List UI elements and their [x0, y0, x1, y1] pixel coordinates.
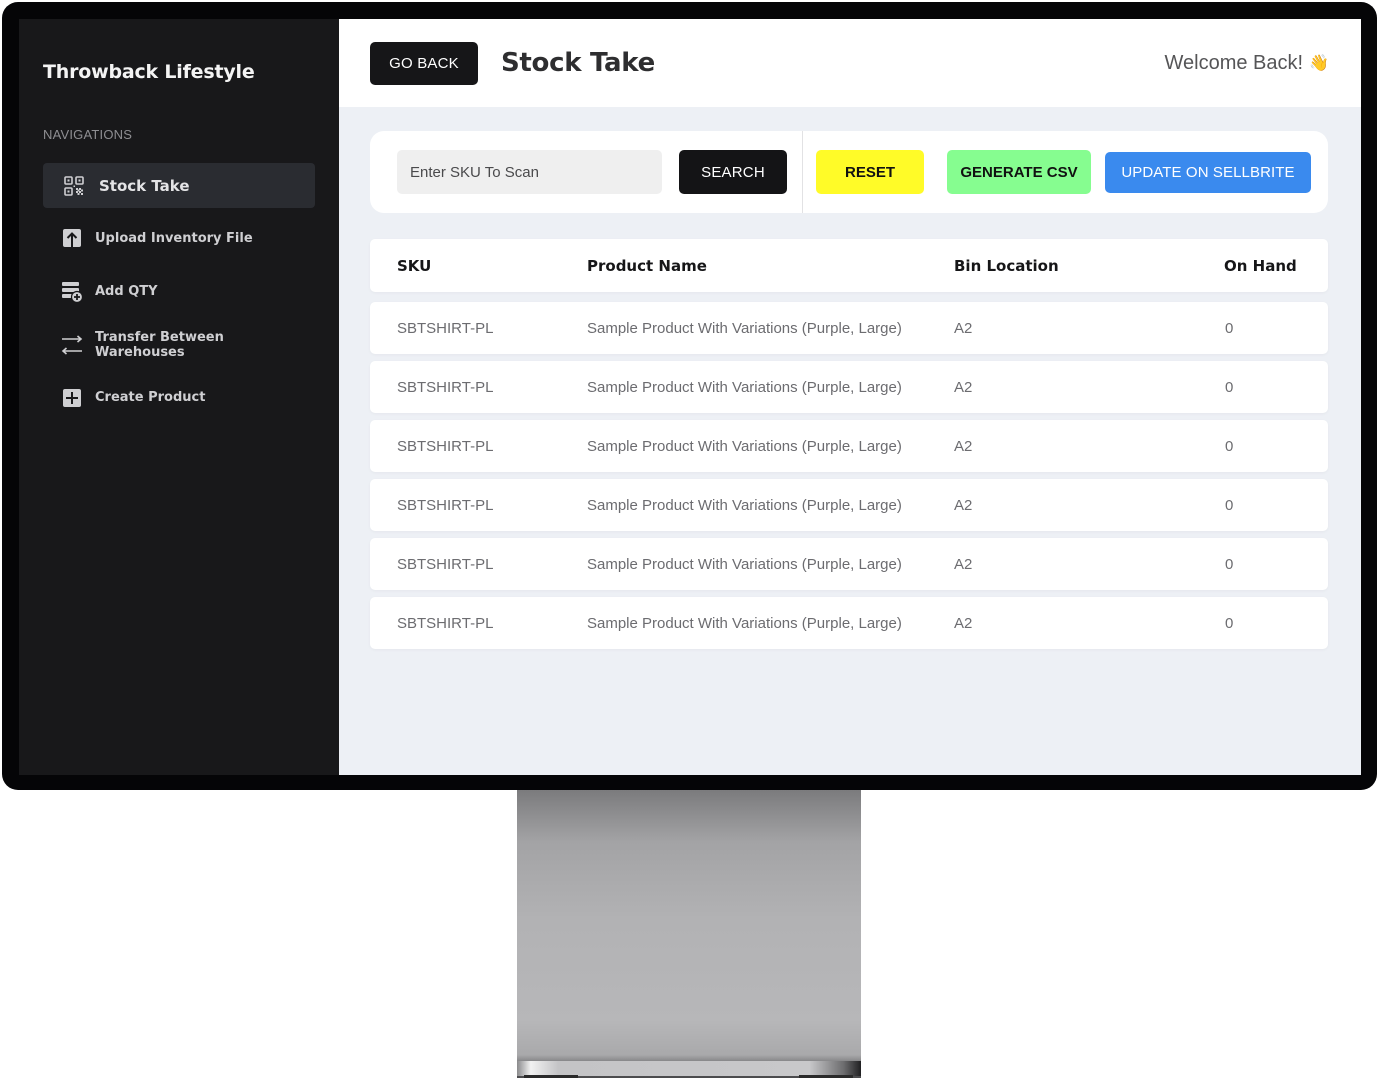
content-area: SEARCH RESET GENERATE CSV UPDATE ON SELL… [339, 107, 1361, 656]
cell-on-hand: 0 [1225, 614, 1234, 632]
cell-on-hand: 0 [1225, 378, 1234, 396]
transfer-arrows-icon [61, 334, 83, 356]
cell-bin-location: A2 [954, 378, 973, 396]
monitor-stand-base [517, 1061, 861, 1076]
brand-name: Throwback Lifestyle [43, 61, 255, 83]
monitor-frame: Throwback Lifestyle NAVIGATIONS Stock Ta… [2, 2, 1377, 790]
reset-button[interactable]: RESET [816, 150, 924, 194]
cell-on-hand: 0 [1225, 555, 1234, 573]
monitor-stand-foot [799, 1075, 853, 1078]
update-sellbrite-button[interactable]: UPDATE ON SELLBRITE [1105, 151, 1311, 193]
plus-square-icon [61, 387, 83, 409]
cell-product-name: Sample Product With Variations (Purple, … [587, 378, 902, 396]
monitor-stand-foot [524, 1075, 578, 1078]
cell-on-hand: 0 [1225, 437, 1234, 455]
sidebar-nav: Stock Take Upload Inventory File Add QTY… [43, 163, 315, 420]
cell-product-name: Sample Product With Variations (Purple, … [587, 614, 902, 632]
cell-sku: SBTSHIRT-PL [397, 496, 494, 514]
add-stack-icon [61, 281, 83, 303]
cell-sku: SBTSHIRT-PL [397, 378, 494, 396]
table-row[interactable]: SBTSHIRT-PL Sample Product With Variation… [370, 597, 1328, 649]
sidebar-item-label: Stock Take [99, 176, 190, 195]
table-row[interactable]: SBTSHIRT-PL Sample Product With Variation… [370, 361, 1328, 413]
generate-csv-button[interactable]: GENERATE CSV [947, 150, 1091, 194]
monitor-stand [517, 790, 861, 1078]
sidebar-item-transfer-warehouses[interactable]: Transfer Between Warehouses [43, 322, 315, 367]
table-row[interactable]: SBTSHIRT-PL Sample Product With Variation… [370, 538, 1328, 590]
sidebar-item-label: Transfer Between Warehouses [95, 329, 224, 360]
cell-bin-location: A2 [954, 614, 973, 632]
cell-sku: SBTSHIRT-PL [397, 555, 494, 573]
table-body: SBTSHIRT-PL Sample Product With Variation… [370, 302, 1328, 649]
go-back-button[interactable]: GO BACK [370, 41, 478, 85]
table-row[interactable]: SBTSHIRT-PL Sample Product With Variation… [370, 479, 1328, 531]
sidebar-item-label: Upload Inventory File [95, 231, 253, 246]
sidebar-item-label: Create Product [95, 390, 206, 405]
cell-product-name: Sample Product With Variations (Purple, … [587, 555, 902, 573]
column-header-product-name: Product Name [587, 256, 707, 275]
sidebar-item-create-product[interactable]: Create Product [43, 375, 315, 420]
sidebar-item-stock-take[interactable]: Stock Take [43, 163, 315, 208]
welcome-message: Welcome Back! 👋 [1165, 52, 1330, 75]
sidebar-item-label: Add QTY [95, 284, 158, 299]
qr-code-icon [63, 175, 85, 197]
sku-search-input[interactable] [397, 150, 662, 194]
cell-sku: SBTSHIRT-PL [397, 437, 494, 455]
cell-bin-location: A2 [954, 496, 973, 514]
top-bar: GO BACK Stock Take Welcome Back! 👋 [339, 19, 1361, 107]
cell-sku: SBTSHIRT-PL [397, 319, 494, 337]
toolbar-divider [802, 131, 803, 213]
cell-product-name: Sample Product With Variations (Purple, … [587, 496, 902, 514]
table-header: SKU Product Name Bin Location On Hand [370, 239, 1328, 292]
stock-table: SKU Product Name Bin Location On Hand SB… [370, 239, 1328, 649]
sidebar-item-add-qty[interactable]: Add QTY [43, 269, 315, 314]
nav-heading: NAVIGATIONS [43, 127, 133, 142]
cell-on-hand: 0 [1225, 496, 1234, 514]
cell-bin-location: A2 [954, 437, 973, 455]
cell-product-name: Sample Product With Variations (Purple, … [587, 437, 902, 455]
app-screen: Throwback Lifestyle NAVIGATIONS Stock Ta… [19, 19, 1361, 775]
cell-bin-location: A2 [954, 319, 973, 337]
sidebar-item-upload-inventory[interactable]: Upload Inventory File [43, 216, 315, 261]
scan-toolbar: SEARCH RESET GENERATE CSV UPDATE ON SELL… [370, 131, 1328, 213]
column-header-bin-location: Bin Location [954, 256, 1059, 275]
search-button[interactable]: SEARCH [679, 150, 787, 194]
table-row[interactable]: SBTSHIRT-PL Sample Product With Variation… [370, 302, 1328, 354]
main-content: GO BACK Stock Take Welcome Back! 👋 SEARC… [339, 19, 1361, 775]
column-header-sku: SKU [397, 256, 432, 275]
welcome-text: Welcome Back! [1164, 51, 1304, 74]
cell-bin-location: A2 [954, 555, 973, 573]
page-title: Stock Take [501, 48, 655, 78]
column-header-on-hand: On Hand [1224, 256, 1297, 275]
cell-product-name: Sample Product With Variations (Purple, … [587, 319, 902, 337]
upload-icon [61, 228, 83, 250]
table-row[interactable]: SBTSHIRT-PL Sample Product With Variation… [370, 420, 1328, 472]
cell-on-hand: 0 [1225, 319, 1234, 337]
sidebar: Throwback Lifestyle NAVIGATIONS Stock Ta… [19, 19, 339, 775]
cell-sku: SBTSHIRT-PL [397, 614, 494, 632]
waving-hand-icon: 👋 [1309, 55, 1329, 72]
